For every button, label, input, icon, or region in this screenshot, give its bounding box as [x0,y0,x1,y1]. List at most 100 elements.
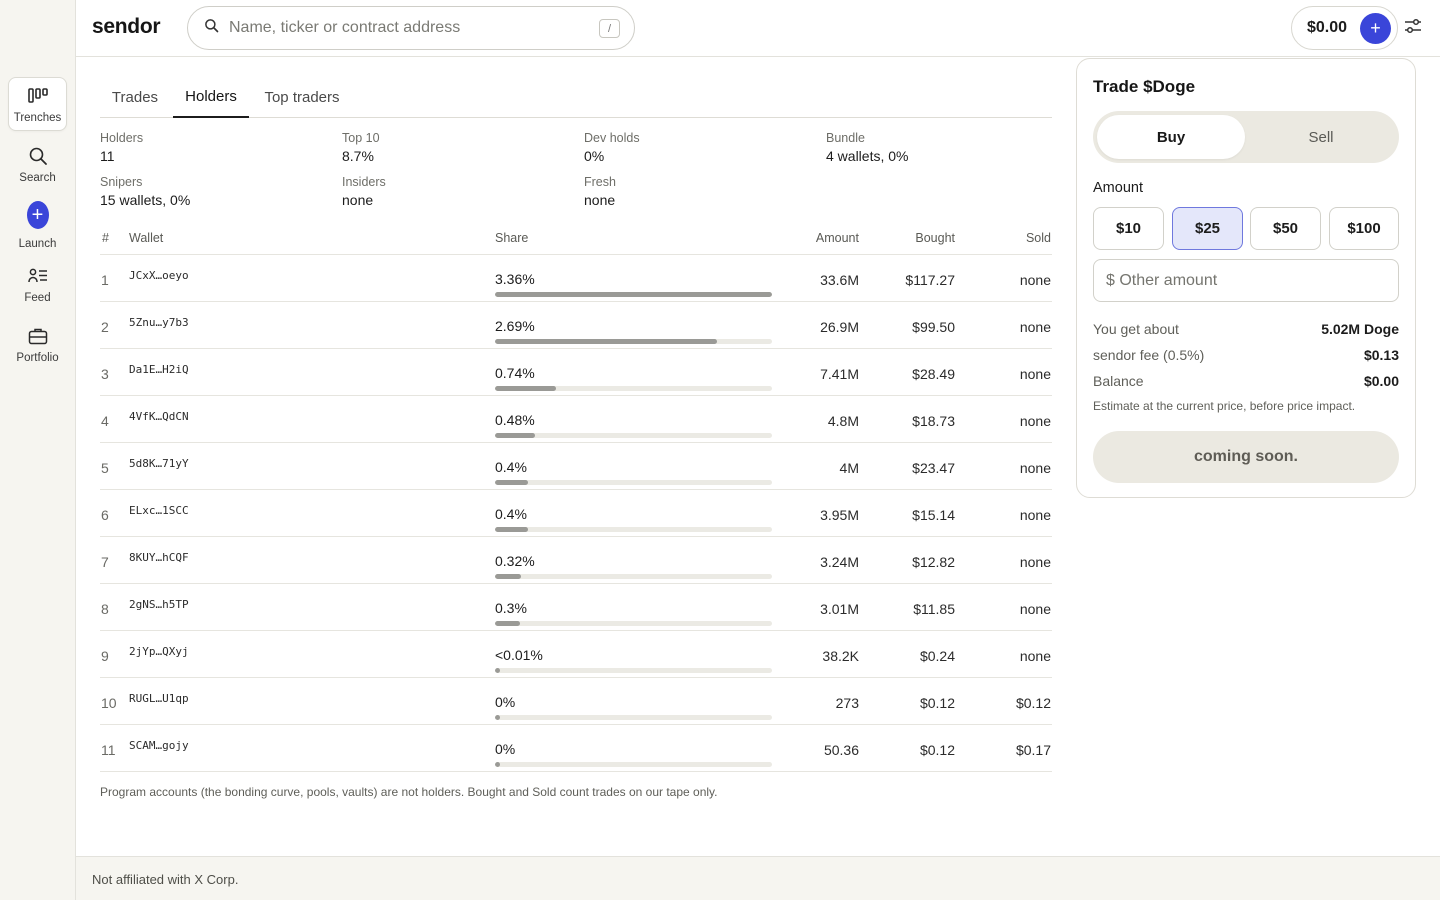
row-share-bar [495,715,772,720]
preset-50-button[interactable]: $50 [1250,207,1321,250]
add-funds-button[interactable]: + [1360,13,1391,44]
table-row[interactable]: 7 8KUY…hCQF 0.32% 3.24M $12.82 none [100,536,1052,583]
stat-snipers: Snipers 15 wallets, 0% [100,175,190,208]
preset-10-button[interactable]: $10 [1093,207,1164,250]
column-header-rank: # [102,231,109,245]
row-share-bar [495,480,772,485]
row-wallet[interactable]: Da1E…H2iQ [129,363,189,376]
table-row[interactable]: 11 SCAM…gojy 0% 50.36 $0.12 $0.17 [100,724,1052,771]
amount-label: Amount [1093,180,1143,196]
brand-logo[interactable]: sendor [92,15,161,39]
row-share-bar [495,386,772,391]
row-share-bar [495,339,772,344]
wallet-balance: $0.00 [1307,19,1348,36]
table-row[interactable]: 6 ELxc…1SCC 0.4% 3.95M $15.14 none [100,489,1052,536]
settings-button[interactable] [1402,16,1424,40]
row-amount: 3.01M [820,601,859,617]
holders-tabs: Trades Holders Top traders [100,76,1052,118]
row-rank: 10 [101,695,117,711]
row-sold: $0.17 [1015,742,1051,758]
estimate-note: Estimate at the current price, before pr… [1093,399,1356,413]
balance-row: Balance $0.00 [1093,373,1399,391]
row-share-bar [495,574,772,579]
row-wallet[interactable]: 5d8K…71yY [129,457,189,470]
preset-25-button[interactable]: $25 [1172,207,1243,250]
you-get-value: 5.02M Doge [1321,321,1399,337]
row-wallet[interactable]: SCAM…gojy [129,739,189,752]
row-bought: $11.85 [913,601,955,617]
rail-item-launch[interactable]: + Launch [8,196,67,254]
row-rank: 9 [101,648,109,664]
trade-title: Trade $Doge [1093,77,1196,96]
wallet-balance-pill[interactable]: $0.00 + [1291,6,1398,50]
table-row[interactable]: 1 JCxX…oeyo 3.36% 33.6M $117.27 none [100,254,1052,301]
row-amount: 26.9M [820,319,859,335]
row-wallet[interactable]: JCxX…oeyo [129,269,189,282]
row-wallet[interactable]: 5Znu…y7b3 [129,316,189,329]
search-icon [27,145,49,167]
row-share: 0% [495,741,516,757]
row-amount: 4M [839,460,859,476]
row-share: 0.4% [495,459,527,475]
coming-soon-button[interactable]: coming soon. [1093,431,1399,483]
footer: Not affiliated with X Corp. [76,856,1440,900]
tab-top-traders[interactable]: Top traders [252,76,352,118]
row-rank: 8 [101,601,109,617]
trade-panel: Trade $Doge Buy Sell Amount $10 $25 $50 … [1076,58,1416,498]
tab-holders[interactable]: Holders [173,76,249,118]
row-bought: $12.82 [912,554,955,570]
row-sold: none [1019,272,1051,288]
row-sold: none [1019,554,1051,570]
row-share-bar [495,292,772,297]
stat-dev-holds: Dev holds 0% [584,131,640,164]
other-amount-input[interactable] [1093,259,1399,302]
sell-tab[interactable]: Sell [1247,115,1395,159]
balance-label: Balance [1093,373,1144,389]
plus-icon: + [1370,18,1381,38]
row-wallet[interactable]: 8KUY…hCQF [129,551,189,564]
stat-value: none [584,192,616,208]
rail-label-launch: Launch [18,238,57,250]
column-header-amount: Amount [815,231,859,245]
row-share: 0.32% [495,553,535,569]
table-row[interactable]: 2 5Znu…y7b3 2.69% 26.9M $99.50 none [100,301,1052,348]
rail-item-feed[interactable]: Feed [8,257,67,311]
table-row[interactable]: 5 5d8K…71yY 0.4% 4M $23.47 none [100,442,1052,489]
row-sold: $0.12 [1015,695,1051,711]
row-bought: $0.24 [919,648,955,664]
table-row[interactable]: 10 RUGL…U1qp 0% 273 $0.12 $0.12 [100,677,1052,724]
row-wallet[interactable]: RUGL…U1qp [129,692,189,705]
preset-100-button[interactable]: $100 [1329,207,1399,250]
row-share: 0% [495,694,516,710]
search-bar[interactable]: / [187,6,635,50]
rail-item-portfolio[interactable]: Portfolio [8,317,67,371]
row-rank: 4 [101,413,109,429]
stat-value: 0% [584,148,605,164]
row-bought: $0.12 [919,742,955,758]
table-row[interactable]: 3 Da1E…H2iQ 0.74% 7.41M $28.49 none [100,348,1052,395]
buy-tab[interactable]: Buy [1097,115,1245,159]
table-row[interactable]: 4 4VfK…QdCN 0.48% 4.8M $18.73 none [100,395,1052,442]
table-row[interactable]: 8 2gNS…h5TP 0.3% 3.01M $11.85 none [100,583,1052,630]
row-rank: 7 [101,554,109,570]
rail-label-trenches: Trenches [13,111,62,124]
rail-item-search[interactable]: Search [8,137,67,191]
row-wallet[interactable]: 4VfK…QdCN [129,410,189,423]
row-share-bar-fill [495,527,528,532]
stat-value: 4 wallets, 0% [826,148,909,164]
stat-value: 15 wallets, 0% [100,192,191,208]
row-share-bar [495,433,772,438]
row-wallet[interactable]: ELxc…1SCC [129,504,189,517]
search-input[interactable] [229,19,589,37]
row-amount: 50.36 [823,742,859,758]
rail-item-trenches[interactable]: Trenches [8,77,67,131]
table-row[interactable]: 9 2jYp…QXyj <0.01% 38.2K $0.24 none [100,630,1052,677]
row-rank: 11 [101,742,116,758]
fee-label: sendor fee (0.5%) [1093,347,1205,363]
table-footnote: Program accounts (the bonding curve, poo… [100,785,718,799]
row-amount: 4.8M [827,413,859,429]
tab-trades[interactable]: Trades [100,76,170,118]
row-wallet[interactable]: 2gNS…h5TP [129,598,189,611]
row-wallet[interactable]: 2jYp…QXyj [129,645,189,658]
trenches-icon [27,85,49,107]
